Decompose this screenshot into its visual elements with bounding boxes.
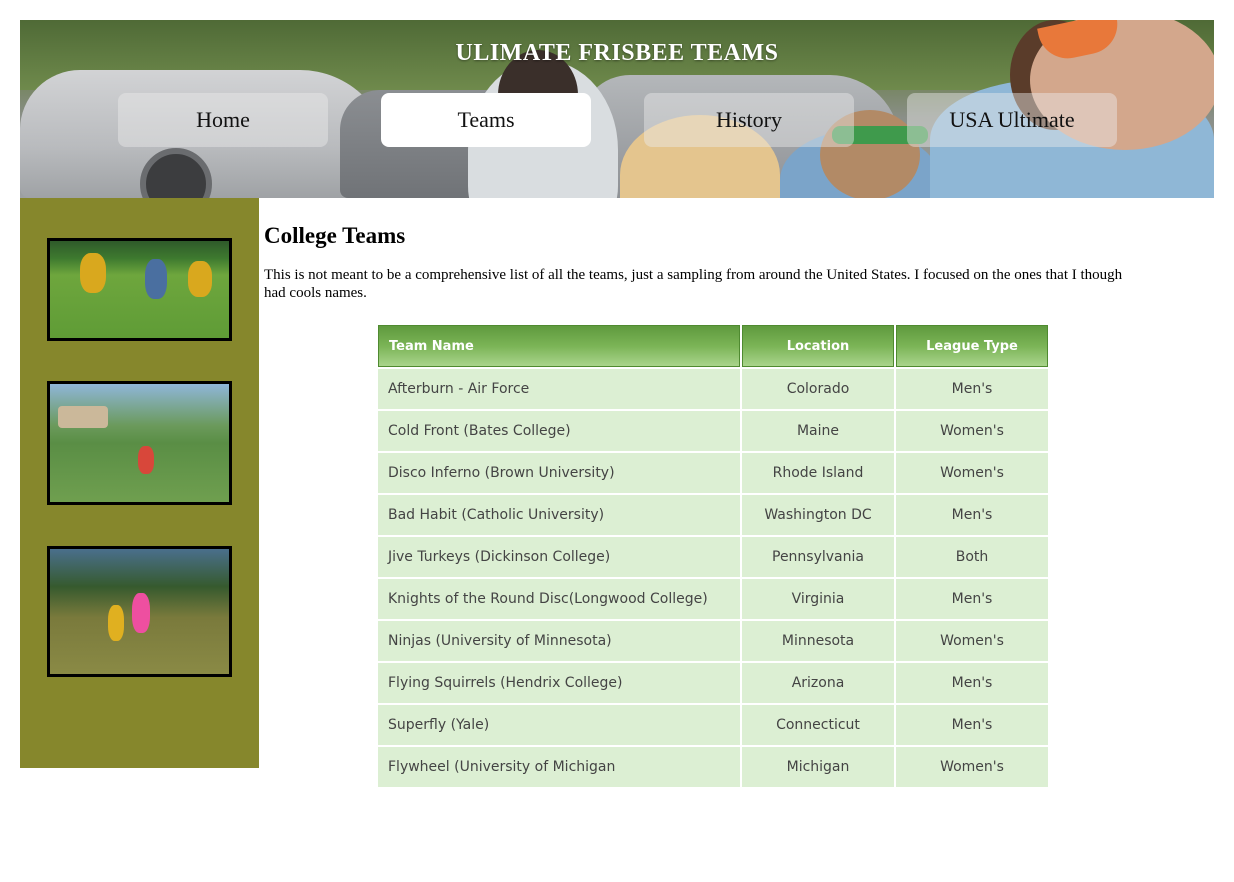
photo-player bbox=[138, 446, 154, 474]
table-body: Afterburn - Air Force Colorado Men's Cold F… bbox=[378, 369, 1048, 787]
location-cell: Virginia bbox=[742, 579, 894, 619]
sidebar-photo bbox=[47, 238, 232, 341]
league-type-cell: Women's bbox=[896, 411, 1048, 451]
team-name-cell: Disco Inferno (Brown University) bbox=[378, 453, 740, 493]
page-heading: College Teams bbox=[264, 223, 406, 248]
table-row: Bad Habit (Catholic University) Washingto… bbox=[378, 495, 1048, 535]
table-row: Flywheel (University of Michigan Michigan… bbox=[378, 747, 1048, 787]
sidebar-photo bbox=[47, 381, 232, 505]
intro-paragraph: This is not meant to be a comprehensive … bbox=[264, 267, 1123, 301]
photo-player bbox=[108, 605, 124, 641]
league-type-cell: Women's bbox=[896, 621, 1048, 661]
location-cell: Michigan bbox=[742, 747, 894, 787]
location-cell: Pennsylvania bbox=[742, 537, 894, 577]
league-type-cell: Men's bbox=[896, 705, 1048, 745]
location-cell: Colorado bbox=[742, 369, 894, 409]
team-name-cell: Flywheel (University of Michigan bbox=[378, 747, 740, 787]
nav-usa-ultimate[interactable]: USA Ultimate bbox=[907, 93, 1117, 147]
table-row: Flying Squirrels (Hendrix College) Arizon… bbox=[378, 663, 1048, 703]
team-name-cell: Superfly (Yale) bbox=[378, 705, 740, 745]
header-banner: ULIMATE FRISBEE TEAMS Home Teams History… bbox=[20, 20, 1214, 198]
league-type-cell: Women's bbox=[896, 453, 1048, 493]
team-name-cell: Jive Turkeys (Dickinson College) bbox=[378, 537, 740, 577]
photo-player bbox=[80, 253, 106, 293]
nav-home[interactable]: Home bbox=[118, 93, 328, 147]
site-title: ULIMATE FRISBEE TEAMS bbox=[455, 40, 779, 66]
team-name-cell: Flying Squirrels (Hendrix College) bbox=[378, 663, 740, 703]
main-content: College Teams This is not meant to be a … bbox=[264, 220, 1164, 302]
column-header-location: Location bbox=[742, 325, 894, 367]
team-name-cell: Afterburn - Air Force bbox=[378, 369, 740, 409]
photo-player bbox=[145, 259, 167, 299]
column-header-team-name: Team Name bbox=[378, 325, 740, 367]
league-type-cell: Men's bbox=[896, 579, 1048, 619]
location-cell: Washington DC bbox=[742, 495, 894, 535]
photo-house bbox=[58, 406, 108, 428]
table-row: Jive Turkeys (Dickinson College) Pennsylv… bbox=[378, 537, 1048, 577]
league-type-cell: Men's bbox=[896, 369, 1048, 409]
league-type-cell: Women's bbox=[896, 747, 1048, 787]
team-name-cell: Bad Habit (Catholic University) bbox=[378, 495, 740, 535]
table-row: Superfly (Yale) Connecticut Men's bbox=[378, 705, 1048, 745]
sidebar-photo bbox=[47, 546, 232, 677]
location-cell: Minnesota bbox=[742, 621, 894, 661]
league-type-cell: Men's bbox=[896, 495, 1048, 535]
table-row: Cold Front (Bates College) Maine Women's bbox=[378, 411, 1048, 451]
team-name-cell: Cold Front (Bates College) bbox=[378, 411, 740, 451]
location-cell: Arizona bbox=[742, 663, 894, 703]
league-type-cell: Men's bbox=[896, 663, 1048, 703]
table-header-row: Team Name Location League Type bbox=[378, 325, 1048, 367]
team-name-cell: Ninjas (University of Minnesota) bbox=[378, 621, 740, 661]
sidebar bbox=[20, 198, 259, 768]
nav-teams[interactable]: Teams bbox=[381, 93, 591, 147]
table-row: Ninjas (University of Minnesota) Minnesot… bbox=[378, 621, 1048, 661]
nav-history[interactable]: History bbox=[644, 93, 854, 147]
table-row: Afterburn - Air Force Colorado Men's bbox=[378, 369, 1048, 409]
league-type-cell: Both bbox=[896, 537, 1048, 577]
table-row: Knights of the Round Disc(Longwood Colle… bbox=[378, 579, 1048, 619]
team-name-cell: Knights of the Round Disc(Longwood Colle… bbox=[378, 579, 740, 619]
photo-player bbox=[132, 593, 150, 633]
location-cell: Maine bbox=[742, 411, 894, 451]
table-row: Disco Inferno (Brown University) Rhode Is… bbox=[378, 453, 1048, 493]
column-header-league-type: League Type bbox=[896, 325, 1048, 367]
photo-player bbox=[188, 261, 212, 297]
location-cell: Connecticut bbox=[742, 705, 894, 745]
location-cell: Rhode Island bbox=[742, 453, 894, 493]
teams-table: Team Name Location League Type Afterburn… bbox=[376, 323, 1050, 789]
